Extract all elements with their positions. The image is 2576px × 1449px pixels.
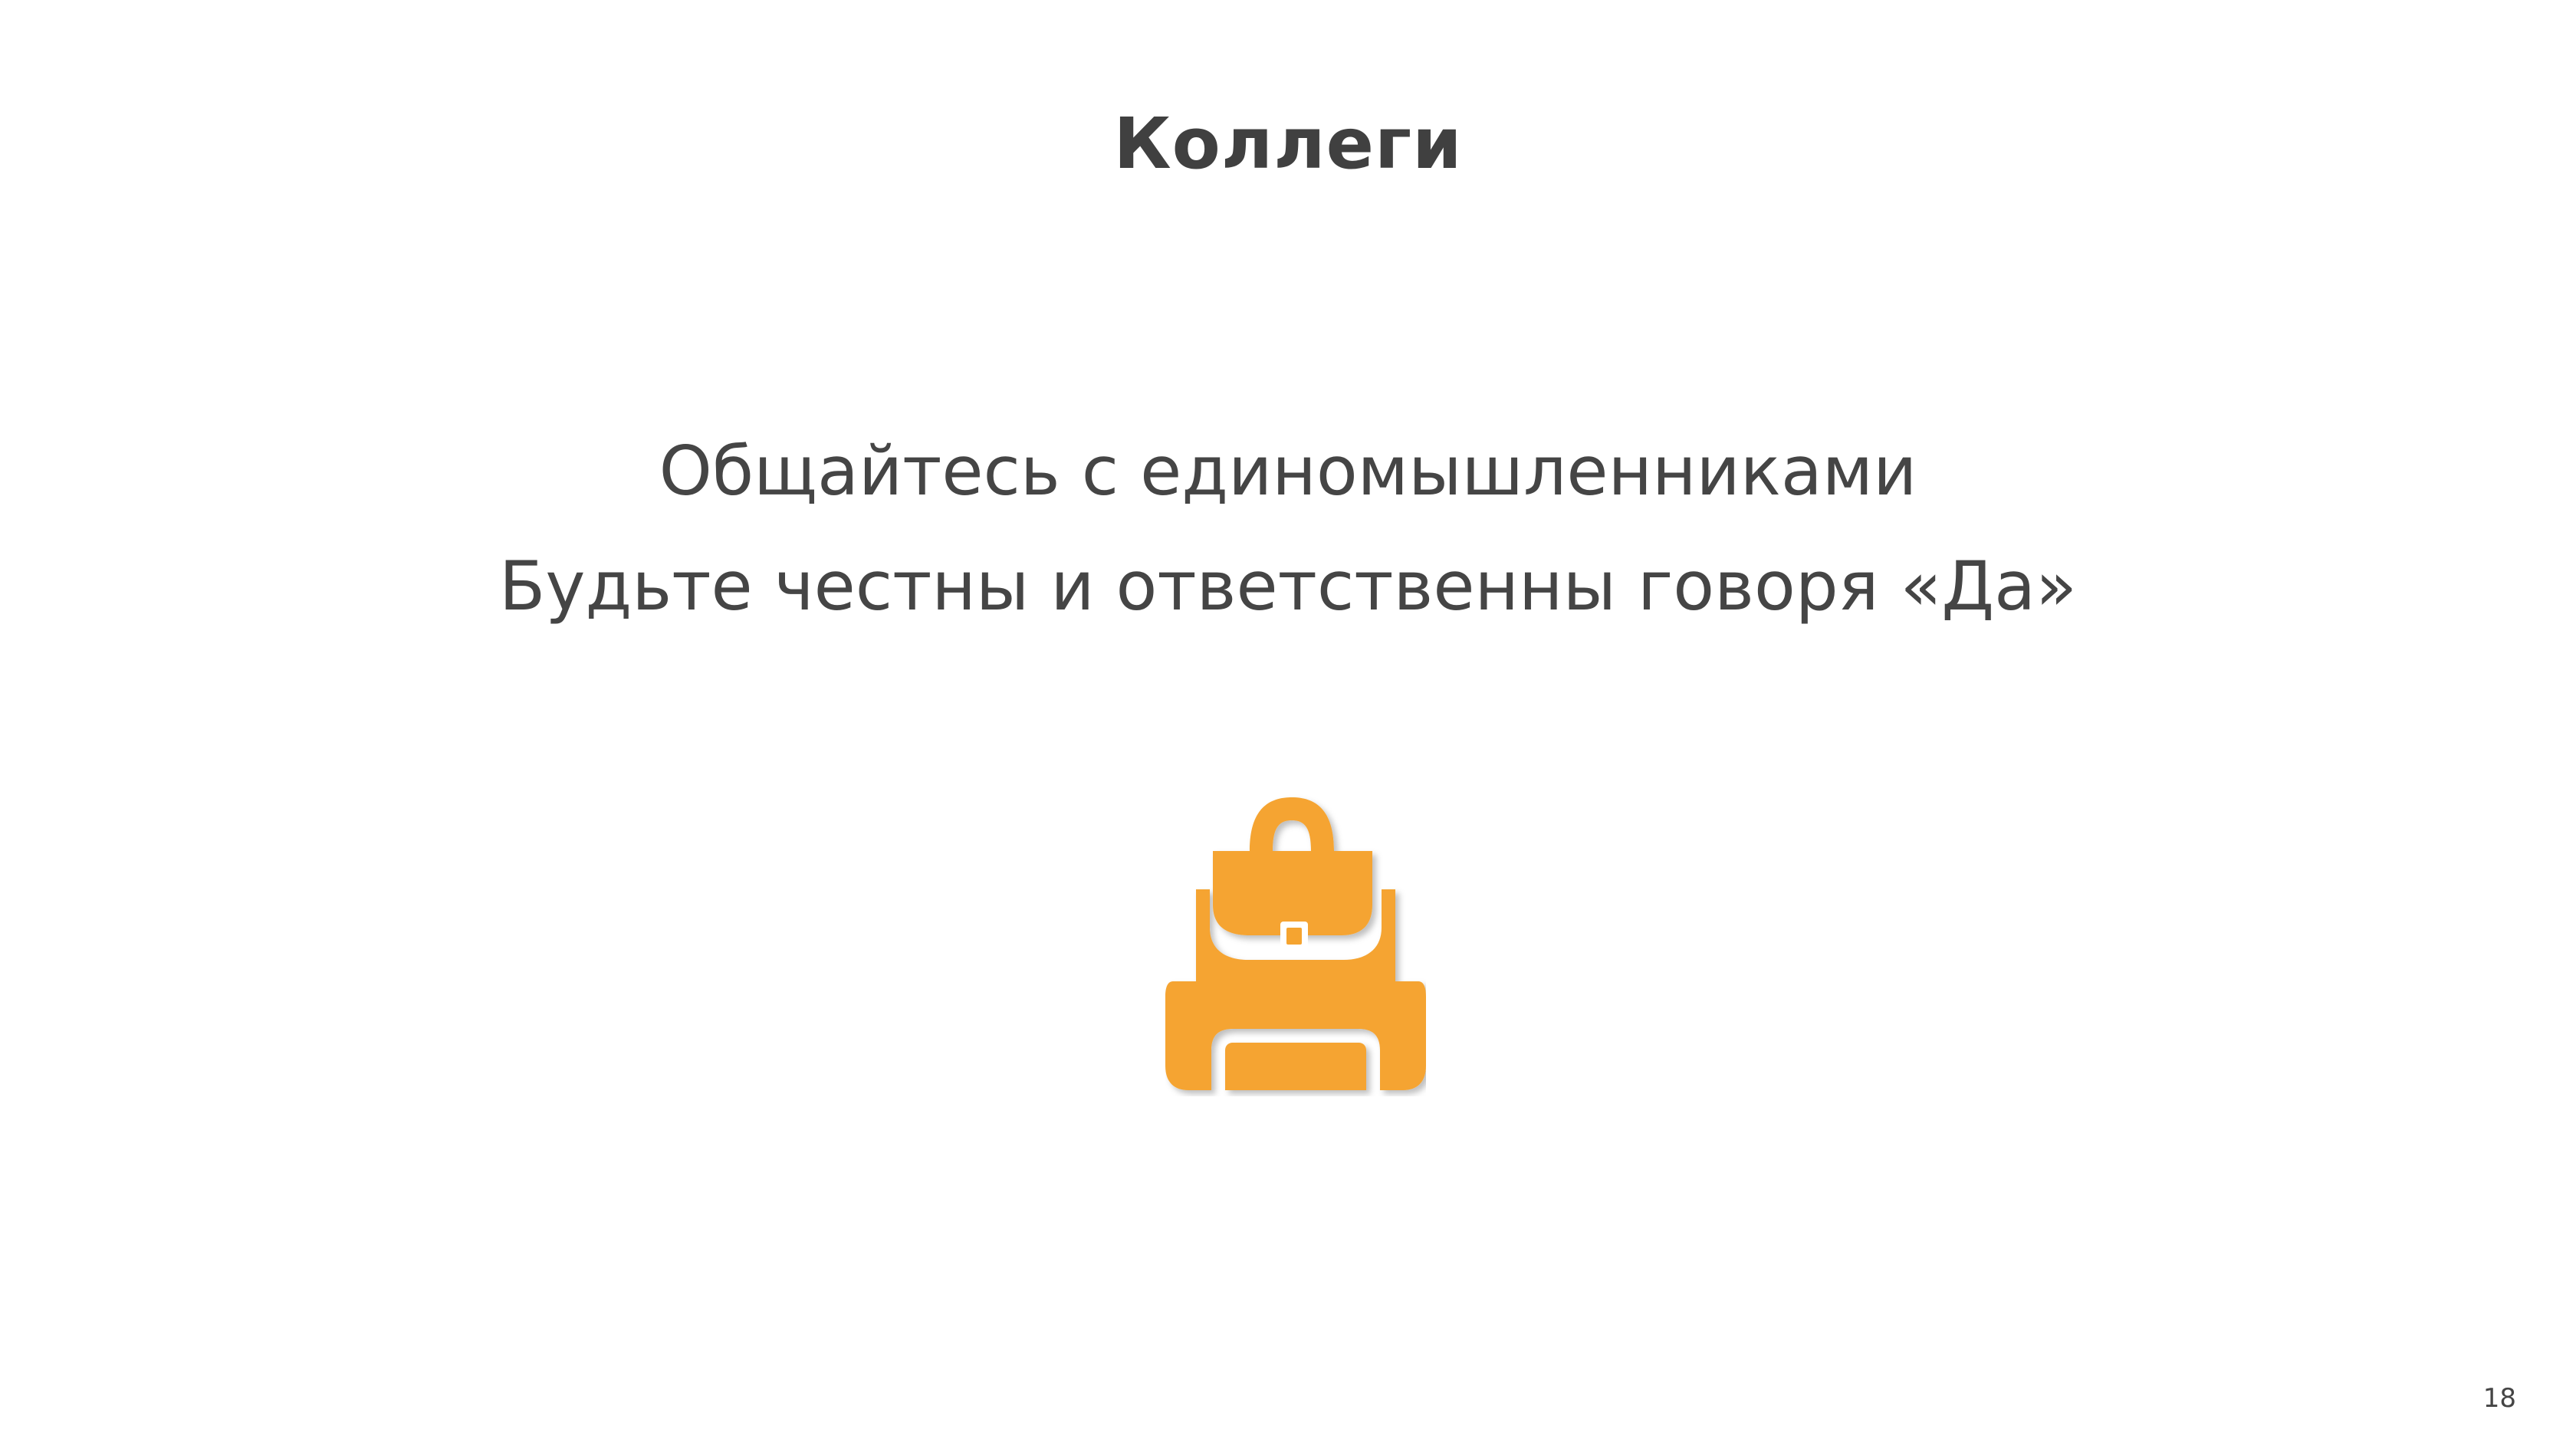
slide-title: Коллеги: [1113, 103, 1463, 185]
page-number: 18: [2482, 1383, 2516, 1414]
body-line-2: Будьте честны и ответственны говоря «Да»: [499, 547, 2077, 626]
slide-body: Общайтесь с единомышленниками Будьте чес…: [0, 414, 2576, 644]
body-line-1: Общайтесь с единомышленниками: [659, 432, 1917, 511]
slide: Коллеги Общайтесь с единомышленниками Бу…: [0, 0, 2576, 1449]
backpack-icon: [1165, 790, 1426, 1096]
